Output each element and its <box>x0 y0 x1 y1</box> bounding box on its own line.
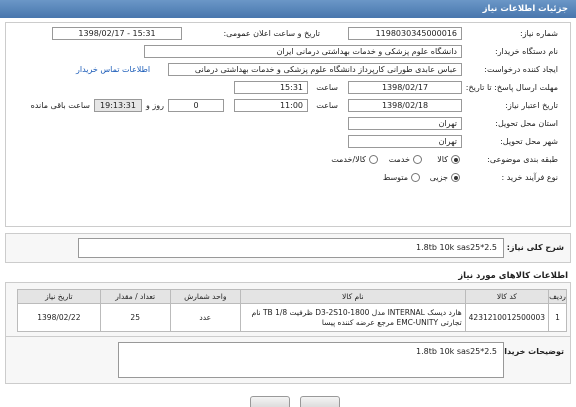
buyer-notes-section: توضیحات خریدار: 1.8tb 10k sas25*2.5 <box>5 336 571 384</box>
category-label: طبقه بندی موضوعی: <box>487 155 558 164</box>
need-details-panel: شماره نیاز: 1198030345000016 تاریخ و ساع… <box>5 22 571 227</box>
remaining-label: ساعت باقی مانده <box>30 101 90 110</box>
process-option-medium: متوسط <box>382 173 408 182</box>
summary-section: شرح کلی نیاز: 1.8tb 10k sas25*2.5 <box>5 233 571 263</box>
category-radio-service[interactable] <box>413 155 422 164</box>
cell-date: 1398/02/22 <box>17 303 101 332</box>
process-label: نوع فرآیند خرید : <box>501 173 558 182</box>
category-option-service: خدمت <box>388 155 410 164</box>
col-row: ردیف <box>548 289 567 304</box>
send-date-field: 1398/02/17 <box>348 81 462 94</box>
days-remaining-field: 0 <box>168 99 224 112</box>
col-unit: واحد شمارش <box>169 289 241 304</box>
summary-box: 1.8tb 10k sas25*2.5 <box>78 238 504 258</box>
col-date: تاریخ نیاز <box>17 289 101 304</box>
validity-time-label: ساعت <box>316 101 338 110</box>
page-header: جزئیات اطلاعات نیاز <box>0 0 576 18</box>
cell-name: هارد دیسک INTERNAL مدل D3-2S10-1800 ظرفی… <box>239 303 466 332</box>
validity-time-field: 11:00 <box>234 99 308 112</box>
send-time-label: ساعت <box>316 83 338 92</box>
creator-field: عباس عابدی طورانی کارپرداز دانشگاه علوم … <box>168 63 462 76</box>
category-radio-goods[interactable] <box>451 155 460 164</box>
buyer-org-label: نام دستگاه خریدار: <box>495 47 558 56</box>
cell-code: 4231210012500003 <box>464 303 550 332</box>
announce-label: تاریخ و ساعت اعلان عمومی: <box>223 29 320 38</box>
category-radio-goods-service[interactable] <box>369 155 378 164</box>
goods-table-container: ردیف کد کالا نام کالا واحد شمارش تعداد /… <box>5 282 571 340</box>
day-and-label: روز و <box>146 101 164 110</box>
category-option-goods: کالا <box>437 155 448 164</box>
print-button[interactable] <box>250 396 290 407</box>
send-deadline-label: مهلت ارسال پاسخ: تا تاریخ: <box>465 83 558 92</box>
cell-row: 1 <box>548 303 567 332</box>
province-label: استان محل تحویل: <box>495 119 558 128</box>
buyer-org-field: دانشگاه علوم پزشکی و خدمات بهداشتی درمان… <box>144 45 462 58</box>
buyer-notes-box: 1.8tb 10k sas25*2.5 <box>118 342 504 378</box>
validity-label: تاریخ اعتبار نیاز: <box>505 101 558 110</box>
buyer-contact-link[interactable]: اطلاعات تماس خریدار <box>76 65 150 74</box>
col-name: نام کالا <box>239 289 466 304</box>
cell-qty: 25 <box>99 303 171 332</box>
table-row[interactable]: 1 4231210012500003 هارد دیسک INTERNAL مد… <box>17 303 567 332</box>
buyer-notes-label: توضیحات خریدار: <box>496 347 564 356</box>
back-button[interactable] <box>300 396 340 407</box>
col-qty: تعداد / مقدار <box>99 289 171 304</box>
countdown-field: 19:13:31 <box>94 99 142 112</box>
category-option-goods-service: کالا/خدمت <box>331 155 366 164</box>
validity-date-field: 1398/02/18 <box>348 99 462 112</box>
province-field: تهران <box>348 117 462 130</box>
send-time-field: 15:31 <box>234 81 308 94</box>
cell-unit: عدد <box>169 303 241 332</box>
city-field: تهران <box>348 135 462 148</box>
process-option-minor: جزیی <box>429 173 448 182</box>
need-number-field: 1198030345000016 <box>348 27 462 40</box>
creator-label: ایجاد کننده درخواست: <box>484 65 558 74</box>
goods-table-header: ردیف کد کالا نام کالا واحد شمارش تعداد /… <box>17 289 567 304</box>
summary-label: شرح کلی نیاز: <box>506 243 564 252</box>
process-radio-minor[interactable] <box>451 173 460 182</box>
need-number-label: شماره نیاز: <box>520 29 558 38</box>
goods-section-title: اطلاعات کالاهای مورد نیاز <box>458 271 568 281</box>
city-label: شهر محل تحویل: <box>500 137 558 146</box>
announce-field: 1398/02/17 - 15:31 <box>52 27 182 40</box>
col-code: کد کالا <box>464 289 550 304</box>
goods-table: ردیف کد کالا نام کالا واحد شمارش تعداد /… <box>17 289 567 332</box>
process-radio-medium[interactable] <box>411 173 420 182</box>
